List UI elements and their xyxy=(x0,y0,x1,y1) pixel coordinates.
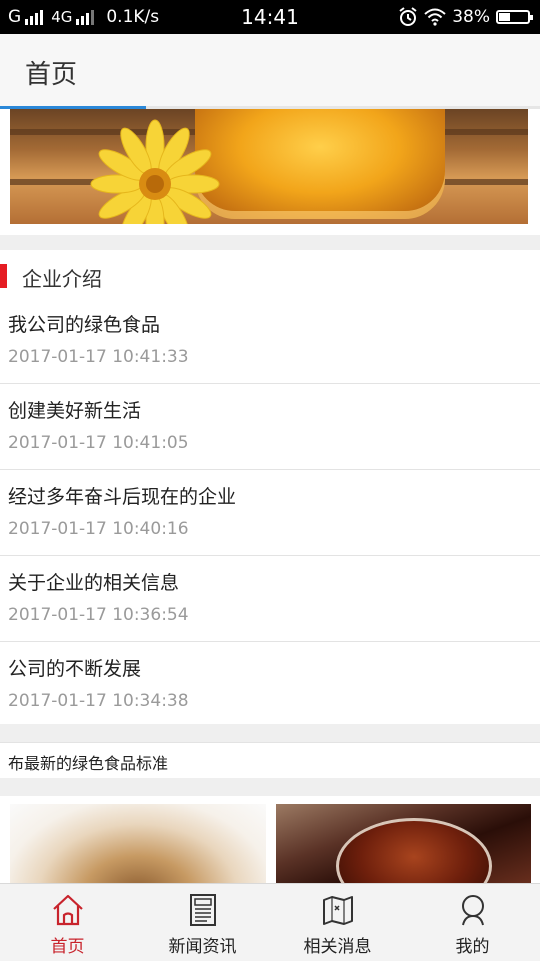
tab-related[interactable]: 相关消息 xyxy=(270,884,405,961)
banner-image[interactable] xyxy=(10,109,528,224)
tab-label: 我的 xyxy=(455,937,490,957)
status-right: 38% xyxy=(398,7,533,27)
news-title: 经过多年奋斗后现在的企业 xyxy=(8,486,237,508)
product-grid xyxy=(0,796,540,886)
map-icon xyxy=(322,896,353,925)
list-item[interactable]: 公司的不断发展 2017-01-17 10:34:38 xyxy=(0,642,540,728)
page-title: 首页 xyxy=(25,60,78,90)
newspaper-icon xyxy=(189,894,216,926)
section-title: 企业介绍 xyxy=(22,267,102,291)
list-item[interactable]: 关于企业的相关信息 2017-01-17 10:36:54 xyxy=(0,556,540,642)
user-icon xyxy=(461,895,484,926)
product-image-tea[interactable] xyxy=(276,804,531,886)
status-bar: G 4G 0.1K/s 14:41 38% xyxy=(0,0,540,34)
news-date: 2017-01-17 10:41:05 xyxy=(8,433,189,453)
alarm-icon xyxy=(399,7,417,26)
tab-news[interactable]: 新闻资讯 xyxy=(135,884,270,961)
news-date: 2017-01-17 10:34:38 xyxy=(8,691,189,711)
tab-label: 相关消息 xyxy=(303,937,372,957)
section-divider xyxy=(0,235,540,250)
news-title: 公司的不断发展 xyxy=(8,658,142,680)
section-divider xyxy=(0,724,540,742)
wifi-icon xyxy=(424,8,446,26)
tab-label: 新闻资讯 xyxy=(168,937,237,957)
app-header: 首页 xyxy=(0,34,540,107)
section-marker xyxy=(0,264,7,288)
news-date: 2017-01-17 10:40:16 xyxy=(8,519,189,539)
tab-mine[interactable]: 我的 xyxy=(405,884,540,961)
list-item[interactable]: 经过多年奋斗后现在的企业 2017-01-17 10:40:16 xyxy=(0,470,540,556)
news-date: 2017-01-17 10:36:54 xyxy=(8,605,189,625)
news-date: 2017-01-17 10:41:33 xyxy=(8,347,189,367)
marquee-text: 布最新的绿色食品标准 xyxy=(8,754,169,773)
battery-fill xyxy=(499,13,511,21)
list-item[interactable]: 我公司的绿色食品 2017-01-17 10:41:33 xyxy=(0,298,540,384)
tab-label: 首页 xyxy=(50,937,85,957)
news-title: 我公司的绿色食品 xyxy=(8,314,161,336)
news-list: 我公司的绿色食品 2017-01-17 10:41:33 创建美好新生活 201… xyxy=(0,298,540,728)
list-item[interactable]: 创建美好新生活 2017-01-17 10:41:05 xyxy=(0,384,540,470)
section-divider xyxy=(0,778,540,796)
news-title: 关于企业的相关信息 xyxy=(8,572,180,594)
announcement-marquee[interactable]: 布最新的绿色食品标准 xyxy=(0,742,540,780)
news-title: 创建美好新生活 xyxy=(8,400,142,422)
flower-decoration xyxy=(90,119,220,224)
product-image-granola[interactable] xyxy=(10,804,266,886)
tab-home[interactable]: 首页 xyxy=(0,884,135,961)
tea-cup xyxy=(336,818,492,886)
home-icon xyxy=(52,894,83,926)
honey-glass xyxy=(195,109,445,219)
section-header: 企业介绍 xyxy=(0,250,540,300)
bottom-tab-bar: 首页 新闻资讯 相关消息 我的 xyxy=(0,883,540,961)
battery-icon xyxy=(496,10,533,24)
battery-percent: 38% xyxy=(452,7,490,27)
